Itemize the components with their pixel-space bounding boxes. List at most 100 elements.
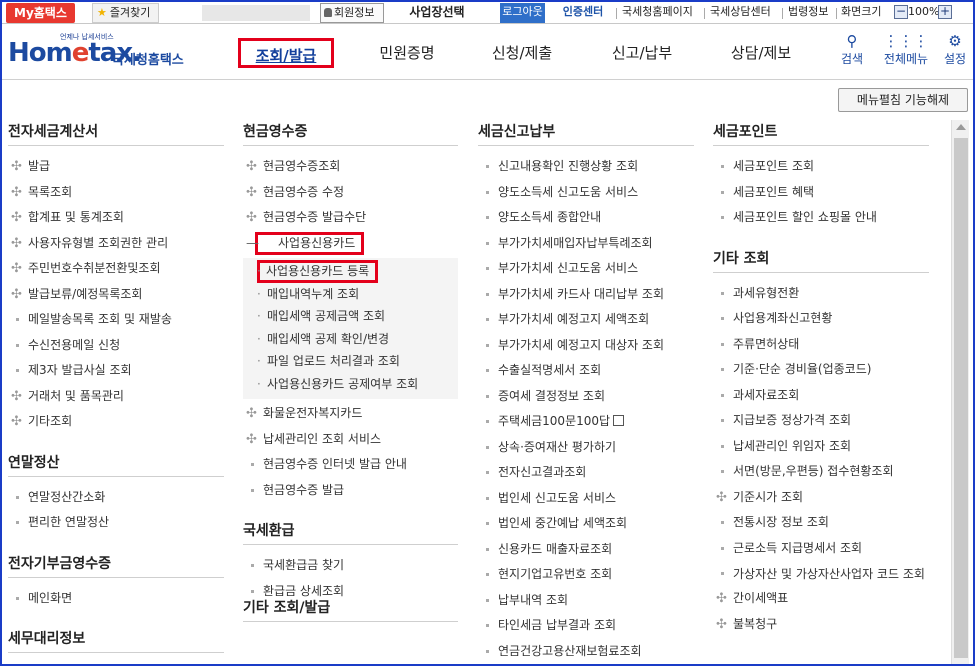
menu-item[interactable]: ✣ 현금영수증 수정 <box>243 180 458 206</box>
menu-item[interactable]: 수신전용메일 신청 <box>8 333 224 359</box>
menu-unfold-toggle-button[interactable]: 메뉴펼침 기능해제 <box>838 88 968 112</box>
menu-item[interactable]: ✣ 현금영수증 발급수단 <box>243 205 458 231</box>
menu-item[interactable]: 세금포인트 조회 <box>713 154 929 180</box>
menu-item[interactable]: 근로소득 지급명세서 조회 <box>713 536 929 562</box>
menu-item-label: 세금포인트 혜택 <box>733 184 815 199</box>
menu-item[interactable]: ✣ 발급보류/예정목록조회 <box>8 282 224 308</box>
menu-item[interactable]: 현금영수증 인터넷 발급 안내 <box>243 452 458 478</box>
favorites-button[interactable]: ★ 즐겨찾기 <box>92 3 160 23</box>
menu-item[interactable]: 과세자료조회 <box>713 383 929 409</box>
submenu-item[interactable]: · 매입내역누계 조회 <box>243 283 458 306</box>
menu-item[interactable]: 세금포인트 할인 쇼핑몰 안내 <box>713 205 929 231</box>
menu-item[interactable]: 양도소득세 종합안내 <box>478 205 694 231</box>
menu-item[interactable]: 부가가치세 신고도움 서비스 <box>478 256 694 282</box>
menu-item[interactable]: 증여세 결정정보 조회 <box>478 384 694 410</box>
member-info-button[interactable]: 회원정보 <box>320 3 384 23</box>
submenu-item-card-register[interactable]: · 사업용신용카드 등록 <box>243 260 458 283</box>
logout-button[interactable]: 로그아웃 <box>500 3 545 23</box>
menu-item[interactable]: ✣ 화물운전자복지카드 <box>243 401 458 427</box>
menu-item[interactable]: 납세관리인 위임자 조회 <box>713 434 929 460</box>
menu-item[interactable]: ✣ 거래처 및 품목관리 <box>8 384 224 410</box>
submenu-item[interactable]: · 사업용신용카드 공제여부 조회 <box>243 373 458 396</box>
nav-apply-submit[interactable]: 신청/제출 <box>477 38 567 68</box>
zoom-in-button[interactable]: + <box>938 5 952 19</box>
menu-item[interactable]: 연말정산간소화 <box>8 485 224 511</box>
menu-item[interactable]: ✣ 합계표 및 통계조회 <box>8 205 224 231</box>
menu-item[interactable]: 현금영수증 발급 <box>243 478 458 504</box>
bullet-icon <box>486 165 489 168</box>
all-menu-button[interactable]: ⋮⋮⋮ 전체메뉴 <box>880 32 932 67</box>
menu-item[interactable]: 사업용계좌신고현황 <box>713 306 929 332</box>
menu-item[interactable]: 신용카드 매출자료조회 <box>478 537 694 563</box>
menu-item[interactable]: 국세환급금 찾기 <box>243 553 458 579</box>
menu-item[interactable]: 타인세금 납부결과 조회 <box>478 613 694 639</box>
menu-item[interactable]: 메인화면 <box>8 586 224 612</box>
my-hometax-button[interactable]: My홈택스 <box>6 3 75 23</box>
menu-item[interactable]: 부가가치세매입자납부특례조회 <box>478 231 694 257</box>
menu-item[interactable]: 양도소득세 신고도움 서비스 <box>478 180 694 206</box>
menu-item[interactable]: 메일발송목록 조회 및 재발송 <box>8 307 224 333</box>
menu-item[interactable]: ✣ 현금영수증조회 <box>243 154 458 180</box>
nts-homepage-link[interactable]: 국세청홈페이지 <box>622 3 693 23</box>
nav-inquiry-issue[interactable]: 조회/발급 <box>238 38 334 68</box>
nav-report-pay[interactable]: 신고/납부 <box>597 38 687 68</box>
menu-item[interactable]: 전통시장 정보 조회 <box>713 510 929 536</box>
menu-item[interactable]: 지급보증 정상가격 조회 <box>713 408 929 434</box>
menu-item[interactable]: 연금건강고용산재보험료조회 <box>478 639 694 665</box>
bullet-icon <box>486 318 489 321</box>
cert-center-link[interactable]: 인증센터 <box>555 3 611 23</box>
law-info-link[interactable]: 법령정보 <box>788 3 828 23</box>
scrollbar-thumb[interactable] <box>954 138 968 658</box>
menu-item[interactable]: 기준·단순 경비율(업종코드) <box>713 357 929 383</box>
hometax-logo[interactable]: 언제나 납세서비스 Hometax. 국세청홈택스 <box>8 32 198 72</box>
tax-consult-center-link[interactable]: 국세상담센터 <box>710 3 771 23</box>
menu-item[interactable]: ✣ 사용자유형별 조회권한 관리 <box>8 231 224 257</box>
menu-item[interactable]: 법인세 신고도움 서비스 <box>478 486 694 512</box>
select-business-button[interactable]: 사업장선택 <box>392 3 482 23</box>
menu-item[interactable]: ✣ 기준시가 조회 <box>713 485 929 511</box>
menu-item-label: 기준·단순 경비율(업종코드) <box>733 362 872 376</box>
menu-item[interactable]: 부가가치세 예정고지 대상자 조회 <box>478 333 694 359</box>
menu-item[interactable]: ✣ 목록조회 <box>8 180 224 206</box>
search-button[interactable]: ⚲ 검색 <box>832 32 872 67</box>
menu-item[interactable]: 상속·증여재산 평가하기 <box>478 435 694 461</box>
menu-item-business-credit-card[interactable]: — 사업용신용카드 <box>243 231 458 257</box>
menu-item[interactable]: 현지기업고유번호 조회 <box>478 562 694 588</box>
menu-item[interactable]: ✣ 주민번호수취분전환및조회 <box>8 256 224 282</box>
bullet-icon <box>16 318 19 321</box>
menu-item[interactable]: 주택세금100문100답 <box>478 409 694 435</box>
settings-button[interactable]: ⚙ 설정 <box>937 32 973 67</box>
menu-item-label: 현금영수증 수정 <box>263 184 345 199</box>
submenu-item[interactable]: · 매입세액 공제 확인/변경 <box>243 328 458 351</box>
submenu-item[interactable]: · 파일 업로드 처리결과 조회 <box>243 350 458 373</box>
menu-item[interactable]: 세금포인트 혜택 <box>713 180 929 206</box>
menu-item[interactable]: 가상자산 및 가상자산사업자 코드 조회 <box>713 561 929 586</box>
submenu-item[interactable]: · 매입세액 공제금액 조회 <box>243 305 458 328</box>
menu-item[interactable]: 환급금 상세조회 <box>243 579 458 605</box>
scroll-up-arrow-icon[interactable] <box>956 124 966 130</box>
menu-item[interactable]: 부가가치세 카드사 대리납부 조회 <box>478 282 694 308</box>
menu-item[interactable]: 서면(방문,우편등) 접수현황조회 <box>713 459 929 485</box>
bullet-icon: · <box>257 376 261 391</box>
menu-item[interactable]: 제3자 발급사실 조회 <box>8 358 224 384</box>
menu-item[interactable]: 편리한 연말정산 <box>8 510 224 536</box>
menu-item[interactable]: ✣ 불복청구 <box>713 612 929 638</box>
vertical-scrollbar[interactable] <box>951 120 969 664</box>
menu-item[interactable]: ✣ 간이세액표 <box>713 586 929 612</box>
nav-civil-certificates[interactable]: 민원증명 <box>362 38 452 68</box>
menu-item[interactable]: 부가가치세 예정고지 세액조회 <box>478 307 694 333</box>
menu-item[interactable]: 주류면허상태 <box>713 332 929 358</box>
screen-size-label: 화면크기 <box>841 5 882 18</box>
submenu-item-label: 사업용신용카드 등록 <box>257 260 379 283</box>
menu-item[interactable]: 전자신고결과조회 <box>478 460 694 486</box>
menu-item[interactable]: 법인세 중간예납 세액조회 <box>478 511 694 537</box>
menu-item[interactable]: 수출실적명세서 조회 <box>478 358 694 384</box>
menu-item[interactable]: 과세유형전환 <box>713 281 929 307</box>
nav-consult-report[interactable]: 상담/제보 <box>716 38 806 68</box>
menu-item[interactable]: 납부내역 조회 <box>478 588 694 614</box>
menu-item[interactable]: ✣ 기타조회 <box>8 409 224 435</box>
menu-item[interactable]: ✣ 납세관리인 조회 서비스 <box>243 427 458 453</box>
zoom-out-button[interactable]: − <box>894 5 908 19</box>
menu-item[interactable]: 신고내용확인 진행상황 조회 <box>478 154 694 180</box>
menu-item[interactable]: ✣ 발급 <box>8 154 224 180</box>
